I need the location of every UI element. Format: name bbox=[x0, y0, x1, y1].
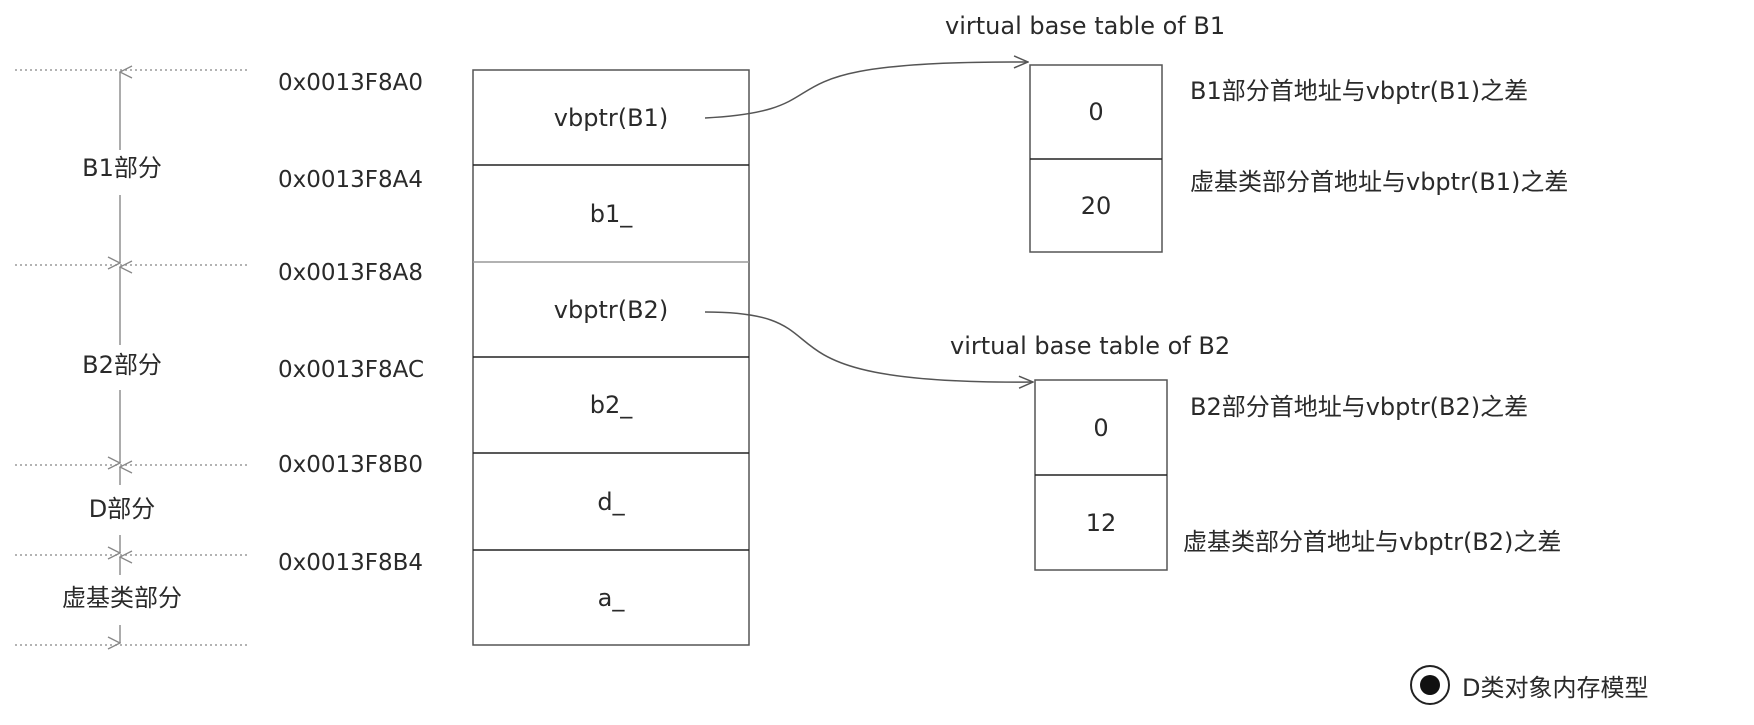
memory-cell-vbptr-b1: vbptr(B1) bbox=[473, 70, 749, 165]
vbtable-b1-entry: 0 bbox=[1030, 65, 1162, 159]
vbtable-value: 0 bbox=[1093, 413, 1109, 442]
section-label-b1: B1部分 bbox=[82, 154, 162, 182]
vbtable-b1-note: 虚基类部分首地址与vbptr(B1)之差 bbox=[1190, 168, 1569, 196]
vbtable-b2-note: B2部分首地址与vbptr(B2)之差 bbox=[1190, 393, 1529, 421]
bullet-icon bbox=[1410, 665, 1450, 705]
memory-model-diagram: B1部分 B2部分 D部分 虚基类部分 0x0013F8A0 0x0013F8A… bbox=[0, 0, 1754, 725]
legend: D类对象内存模型 bbox=[1410, 665, 1648, 705]
vbtable-b2-entry: 0 bbox=[1035, 380, 1167, 475]
section-label-b2: B2部分 bbox=[82, 351, 162, 379]
address-label: 0x0013F8B0 bbox=[278, 452, 424, 478]
memory-cell-label: vbptr(B2) bbox=[553, 295, 669, 324]
memory-cell-label: b2_ bbox=[589, 391, 633, 419]
vbtable-value: 20 bbox=[1080, 191, 1112, 220]
section-label-virtual-base: 虚基类部分 bbox=[62, 584, 182, 612]
memory-cell-a: a_ bbox=[473, 550, 749, 645]
vbptr-b1-arrow bbox=[704, 62, 1028, 119]
memory-cell-vbptr-b2: vbptr(B2) bbox=[473, 262, 749, 357]
vbtable-b1-note: B1部分首地址与vbptr(B1)之差 bbox=[1190, 77, 1529, 105]
vbtable-b2-title: virtual base table of B2 bbox=[950, 332, 1231, 360]
vbtable-value: 12 bbox=[1085, 508, 1117, 537]
vbtable-b1-entry: 20 bbox=[1030, 159, 1162, 252]
vbtable-b2-entry: 12 bbox=[1035, 475, 1167, 570]
vbtable-value: 0 bbox=[1088, 98, 1104, 126]
memory-cell-label: a_ bbox=[597, 583, 625, 612]
section-label-d: D部分 bbox=[88, 495, 156, 523]
legend-label: D类对象内存模型 bbox=[1462, 673, 1649, 702]
diagram-lines bbox=[15, 0, 1168, 725]
address-label: 0x0013F8A0 bbox=[278, 70, 424, 96]
address-label: 0x0013F8A4 bbox=[278, 167, 424, 193]
address-label: 0x0013F8A8 bbox=[278, 260, 424, 286]
vbtable-b2-note: 虚基类部分首地址与vbptr(B2)之差 bbox=[1183, 528, 1562, 556]
memory-cell-b2: b2_ bbox=[473, 357, 749, 453]
memory-cell-label: d_ bbox=[597, 487, 625, 516]
memory-cell-label: b1_ bbox=[589, 199, 633, 228]
memory-cell-label: vbptr(B1) bbox=[553, 103, 669, 132]
memory-cell-d: d_ bbox=[473, 453, 749, 550]
address-label: 0x0013F8B4 bbox=[278, 550, 424, 576]
vbtable-b1-title: virtual base table of B1 bbox=[945, 12, 1226, 40]
memory-cell-b1: b1_ bbox=[473, 165, 749, 262]
address-label: 0x0013F8AC bbox=[278, 357, 425, 383]
